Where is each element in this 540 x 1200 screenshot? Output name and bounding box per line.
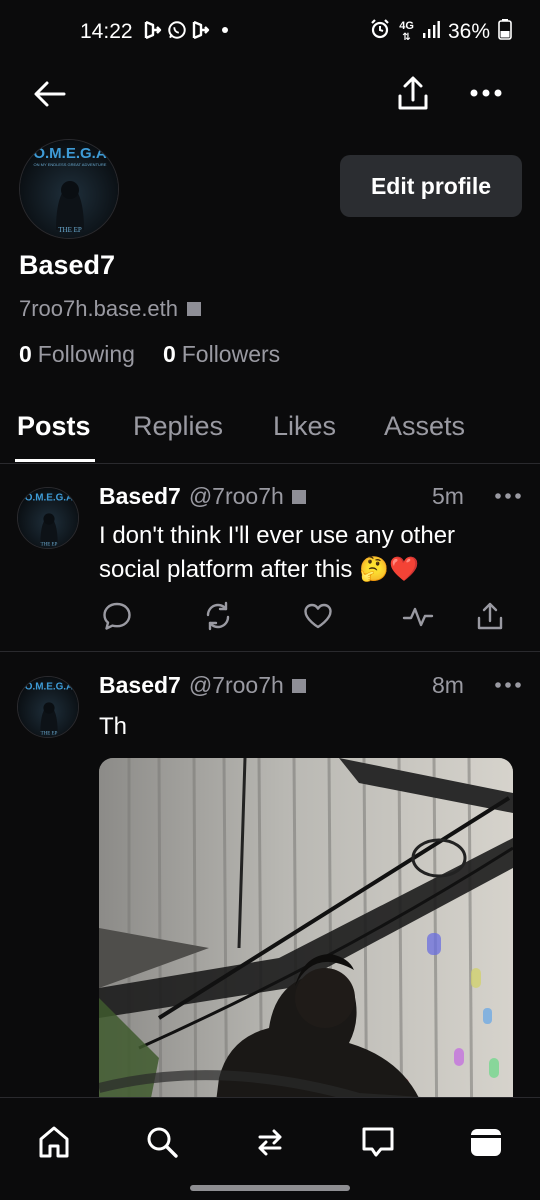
share-profile-button[interactable]: [393, 74, 433, 114]
reply-button[interactable]: [101, 600, 133, 632]
following-count: 0: [19, 341, 32, 367]
followers-label: Followers: [181, 341, 281, 367]
post-share-button[interactable]: [474, 600, 506, 632]
status-right: 4G ⇅ 36%: [369, 18, 512, 46]
display-name: Based7: [19, 250, 116, 280]
signal-icon: [422, 19, 440, 45]
post-emojis: 🤔❤️: [359, 556, 419, 583]
post-author-handle: @7roo7h: [188, 483, 284, 509]
active-tab-indicator: [15, 459, 95, 462]
more-notifications-dot-icon: [215, 18, 235, 42]
handle-text: 7roo7h.base.eth: [19, 296, 179, 321]
post-author-name[interactable]: Based7: [99, 672, 181, 699]
post-text: Th: [99, 713, 128, 740]
svg-text:ON MY ENDLESS GREAT ADVENTURE: ON MY ENDLESS GREAT ADVENTURE: [34, 162, 107, 167]
svg-text:O.M.E.G.A: O.M.E.G.A: [33, 145, 107, 162]
nav-messages[interactable]: [358, 1122, 398, 1162]
nav-swap[interactable]: [250, 1122, 290, 1162]
nav-search[interactable]: [142, 1122, 182, 1162]
battery-icon: [498, 18, 512, 46]
status-bar: 14:22 4G ⇅ 36%: [0, 0, 540, 66]
alarm-icon: [369, 18, 391, 46]
like-button[interactable]: [302, 600, 334, 632]
post-avatar[interactable]: O.M.E.G.A THE EP: [17, 487, 79, 549]
heart-icon: [304, 603, 332, 629]
repost-button[interactable]: [202, 600, 234, 632]
edit-profile-button[interactable]: Edit profile: [340, 155, 522, 217]
post-author-handle: @7roo7h: [188, 672, 284, 698]
verified-badge-icon: [187, 302, 202, 316]
battery-percent: 36%: [447, 20, 490, 43]
profile-tabs: Posts Replies Likes Assets: [0, 405, 540, 464]
activity-icon: [402, 607, 434, 627]
whatsapp-icon: [167, 18, 187, 42]
arrow-left-icon: [34, 81, 66, 107]
svg-text:O.M.E.G.A: O.M.E.G.A: [25, 681, 73, 692]
profile-more-button[interactable]: [466, 78, 506, 108]
following-label: Following: [37, 341, 135, 367]
post-more-button[interactable]: [493, 488, 523, 504]
verified-badge-icon: [291, 678, 306, 693]
svg-text:THE EP: THE EP: [41, 543, 58, 548]
share-icon: [398, 76, 428, 110]
more-horizontal-icon: [495, 493, 521, 499]
network-type: 4G ⇅: [399, 20, 414, 44]
share-icon: [477, 602, 503, 630]
post-avatar[interactable]: O.M.E.G.A THE EP: [17, 676, 79, 738]
tab-replies[interactable]: Replies: [133, 411, 223, 442]
profile-handle: 7roo7h.base.eth: [19, 296, 202, 322]
swap-icon: [258, 1129, 282, 1156]
follow-stats: 0 Following 0 Followers: [19, 341, 280, 368]
gesture-home-indicator[interactable]: [190, 1185, 350, 1191]
followers-count: 0: [162, 341, 176, 367]
post-header: Based7 @7roo7h: [99, 672, 306, 699]
more-horizontal-icon: [470, 89, 502, 97]
back-button[interactable]: [32, 76, 72, 112]
svg-text:THE EP: THE EP: [58, 226, 82, 234]
tab-likes[interactable]: Likes: [273, 411, 336, 442]
svg-text:THE EP: THE EP: [41, 732, 58, 737]
wallet-icon: [471, 1129, 501, 1156]
chat-icon: [362, 1127, 394, 1157]
post-more-button[interactable]: [493, 677, 523, 693]
app-notification-icon: [143, 18, 163, 42]
repost-icon: [206, 601, 230, 631]
status-time: 14:22: [80, 20, 133, 43]
profile-avatar[interactable]: O.M.E.G.A ON MY ENDLESS GREAT ADVENTURE …: [19, 139, 119, 239]
tab-posts[interactable]: Posts: [17, 411, 91, 442]
notification-icons: [143, 18, 235, 42]
following-link[interactable]: 0 Following: [19, 341, 135, 368]
verified-badge-icon: [291, 489, 306, 504]
post-header: Based7 @7roo7h: [99, 483, 306, 510]
reply-icon: [103, 602, 131, 630]
more-horizontal-icon: [495, 682, 521, 688]
post-item[interactable]: O.M.E.G.A THE EP Based7 @7roo7h 5m I don…: [0, 464, 540, 652]
followers-link[interactable]: 0 Followers: [163, 341, 280, 368]
activity-button[interactable]: [402, 600, 434, 632]
search-icon: [147, 1127, 178, 1158]
app-notification-icon-2: [191, 18, 211, 42]
nav-wallet[interactable]: [466, 1122, 506, 1162]
nav-home[interactable]: [34, 1122, 74, 1162]
post-body: I don't think I'll ever use any other so…: [99, 519, 519, 587]
post-timestamp: 5m: [432, 483, 464, 509]
post-timestamp: 8m: [432, 672, 464, 698]
home-icon: [39, 1126, 69, 1158]
svg-text:O.M.E.G.A: O.M.E.G.A: [25, 492, 73, 503]
tab-assets[interactable]: Assets: [384, 411, 465, 442]
post-author-name[interactable]: Based7: [99, 483, 181, 510]
